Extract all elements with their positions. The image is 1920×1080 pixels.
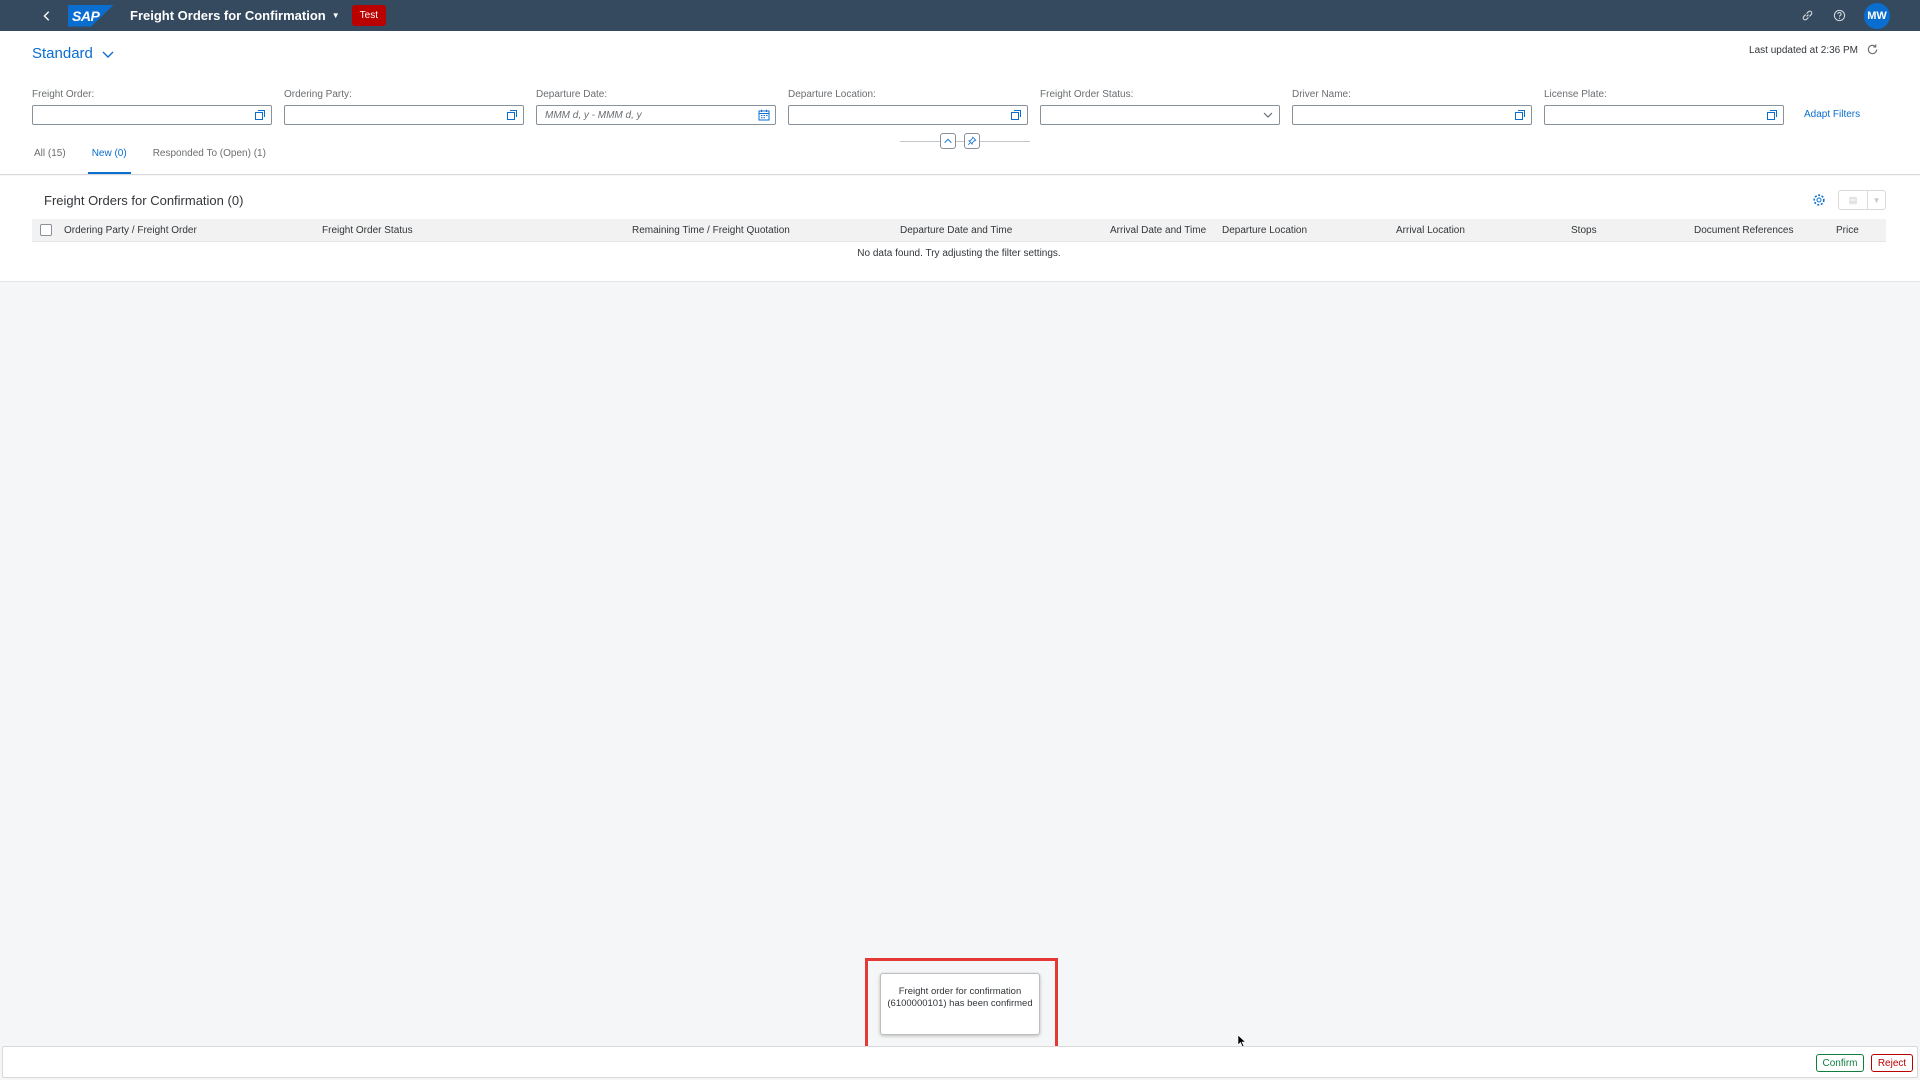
- confirm-button[interactable]: Confirm: [1816, 1054, 1864, 1072]
- message-toast: Freight order for confirmation (61000001…: [880, 973, 1040, 1035]
- variant-label: Standard: [32, 45, 93, 62]
- filter-ordering-party: Ordering Party:: [284, 89, 524, 125]
- app-title: Freight Orders for Confirmation: [130, 8, 326, 23]
- value-help-icon[interactable]: [254, 109, 266, 121]
- filter-license-plate: License Plate:: [1544, 89, 1784, 125]
- table-toolbar: ▤ ▾: [1812, 190, 1886, 210]
- freight-order-status-select[interactable]: [1040, 105, 1280, 125]
- tab-all[interactable]: All (15): [32, 143, 68, 175]
- filter-bar: Freight Order: Ordering Party: Departure…: [32, 89, 1892, 129]
- footer-toolbar: Confirm Reject: [2, 1046, 1918, 1078]
- value-help-icon[interactable]: [1010, 109, 1022, 121]
- export-icon: ▤: [1848, 194, 1858, 205]
- license-plate-input[interactable]: [1544, 105, 1784, 125]
- refresh-icon[interactable]: [1866, 43, 1880, 57]
- filter-label: Freight Order:: [32, 89, 95, 100]
- filter-label: Driver Name:: [1292, 89, 1351, 100]
- user-avatar[interactable]: MW: [1864, 2, 1890, 29]
- filter-header: Standard Last updated at 2:36 PM Freight…: [0, 31, 1920, 175]
- column-header[interactable]: Arrival Location: [1396, 225, 1465, 236]
- collapse-header-button[interactable]: [940, 133, 956, 149]
- tab-new[interactable]: New (0): [87, 143, 131, 175]
- column-header[interactable]: Arrival Date and Time: [1110, 225, 1206, 236]
- filter-label: License Plate:: [1544, 89, 1607, 100]
- tab-responded-to-open[interactable]: Responded To (Open) (1): [151, 143, 268, 175]
- placeholder-text: MMM d, y - MMM d, y: [545, 109, 642, 121]
- column-header[interactable]: Ordering Party / Freight Order: [64, 225, 197, 236]
- help-icon[interactable]: [1832, 9, 1846, 23]
- dropdown-icon[interactable]: [1262, 109, 1274, 121]
- adapt-filters-link[interactable]: Adapt Filters: [1804, 109, 1860, 120]
- filter-label: Departure Date:: [536, 89, 608, 100]
- ordering-party-input[interactable]: [284, 105, 524, 125]
- value-help-icon[interactable]: [506, 109, 518, 121]
- filter-departure-location: Departure Location:: [788, 89, 1028, 125]
- table-title: Freight Orders for Confirmation (0): [44, 193, 244, 208]
- departure-date-input[interactable]: MMM d, y - MMM d, y: [536, 105, 776, 125]
- filter-label: Departure Location:: [788, 89, 876, 100]
- shell-bar: SAP Freight Orders for Confirmation ▼ Te…: [0, 0, 1920, 31]
- table-header: Ordering Party / Freight Order Freight O…: [32, 219, 1886, 242]
- sap-logo[interactable]: SAP: [68, 4, 114, 27]
- column-header[interactable]: Stops: [1571, 225, 1597, 236]
- value-help-icon[interactable]: [1766, 109, 1778, 121]
- chevron-down-icon: [102, 51, 114, 58]
- column-header[interactable]: Departure Location: [1222, 225, 1307, 236]
- export-button[interactable]: ▤ ▾: [1838, 190, 1886, 210]
- pin-header-button[interactable]: [964, 133, 980, 149]
- app-title-menu[interactable]: Freight Orders for Confirmation ▼: [130, 8, 340, 23]
- column-header[interactable]: Remaining Time / Freight Quotation: [632, 225, 790, 236]
- freight-orders-table: Freight Orders for Confirmation (0) ▤ ▾ …: [0, 176, 1920, 282]
- calendar-icon[interactable]: [758, 109, 770, 121]
- driver-name-input[interactable]: [1292, 105, 1532, 125]
- gear-icon[interactable]: [1812, 193, 1826, 207]
- environment-badge: Test: [351, 5, 386, 26]
- filter-freight-order: Freight Order:: [32, 89, 272, 125]
- filter-label: Ordering Party:: [284, 89, 352, 100]
- freight-order-input[interactable]: [32, 105, 272, 125]
- column-header[interactable]: Freight Order Status: [322, 225, 413, 236]
- filter-driver-name: Driver Name:: [1292, 89, 1532, 125]
- filter-departure-date: Departure Date: MMM d, y - MMM d, y: [536, 89, 776, 125]
- reject-button[interactable]: Reject: [1871, 1054, 1913, 1072]
- column-header[interactable]: Document References: [1694, 225, 1794, 236]
- value-help-icon[interactable]: [1514, 109, 1526, 121]
- last-updated-text: Last updated at 2:36 PM: [1749, 45, 1858, 56]
- column-header[interactable]: Price: [1836, 225, 1859, 236]
- select-all-checkbox[interactable]: [40, 224, 52, 236]
- variant-selector[interactable]: Standard: [32, 45, 115, 62]
- chevron-up-icon: [944, 138, 952, 144]
- no-data-message: No data found. Try adjusting the filter …: [857, 248, 1061, 259]
- filter-label: Freight Order Status:: [1040, 89, 1134, 100]
- caret-down-icon: ▼: [331, 11, 340, 20]
- filter-freight-order-status: Freight Order Status:: [1040, 89, 1280, 125]
- chevron-down-icon[interactable]: ▾: [1867, 191, 1885, 209]
- link-icon[interactable]: [1800, 9, 1814, 23]
- tab-bar: All (15) New (0) Responded To (Open) (1): [32, 143, 290, 175]
- header-collapse-controls: [900, 131, 1030, 151]
- column-header[interactable]: Departure Date and Time: [900, 225, 1012, 236]
- back-icon[interactable]: [40, 9, 54, 23]
- sap-logo-text: SAP: [72, 7, 100, 24]
- pin-icon: [967, 136, 977, 146]
- departure-location-input[interactable]: [788, 105, 1028, 125]
